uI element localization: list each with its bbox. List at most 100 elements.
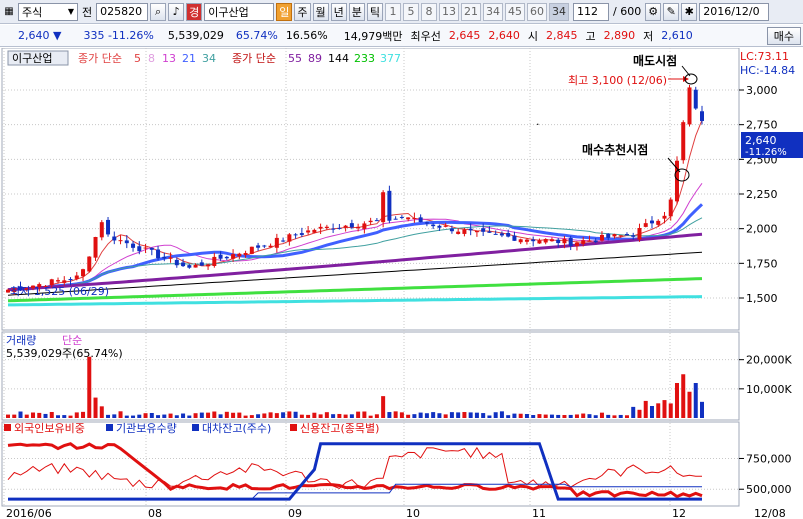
best-ask: 2,645 bbox=[448, 29, 481, 42]
interval-21-button[interactable]: 21 bbox=[461, 2, 481, 21]
period-month-button[interactable]: 월 bbox=[312, 2, 329, 21]
x-tick-label: 12/08 bbox=[754, 507, 786, 519]
volume-bar bbox=[43, 413, 48, 418]
candle-body bbox=[181, 262, 186, 267]
volume-bar bbox=[662, 400, 667, 418]
legend-swatch-lending bbox=[192, 424, 199, 431]
candle-body bbox=[631, 235, 636, 237]
candle-body bbox=[412, 218, 417, 220]
candle-body bbox=[274, 237, 279, 248]
candle-body bbox=[256, 245, 261, 248]
search-icon[interactable]: ⌕ bbox=[150, 2, 167, 21]
period-week-button[interactable]: 주 bbox=[294, 2, 311, 21]
candle-body bbox=[224, 256, 229, 259]
count-value: 112 bbox=[577, 5, 598, 18]
volume-bar bbox=[281, 412, 286, 418]
chart-tools-icon[interactable]: ⚙ bbox=[645, 2, 662, 21]
candle-body bbox=[700, 111, 704, 121]
candle-body bbox=[662, 215, 667, 219]
volume-bar bbox=[199, 412, 204, 418]
price-tick-label: 3,000 bbox=[746, 84, 778, 97]
interval-8-button[interactable]: 8 bbox=[421, 2, 437, 21]
volume-bar bbox=[481, 413, 486, 418]
price-tick-label: 1,750 bbox=[746, 257, 778, 270]
volume-bar bbox=[268, 412, 273, 418]
volume-bar bbox=[293, 411, 298, 418]
interval-60-button[interactable]: 60 bbox=[527, 2, 547, 21]
candle-body bbox=[637, 228, 642, 240]
interval-45-button[interactable]: 45 bbox=[505, 2, 525, 21]
interval-custom-select[interactable]: 34 bbox=[549, 2, 569, 21]
ma1-legend-label: 종가 단순 bbox=[78, 52, 122, 65]
volume-bar bbox=[62, 415, 67, 418]
candle-body bbox=[187, 265, 192, 268]
candle-body bbox=[93, 236, 98, 258]
volume-bar bbox=[218, 414, 223, 418]
speaker-icon[interactable]: ♪ bbox=[168, 2, 185, 21]
candle-body bbox=[162, 256, 167, 259]
legend-swatch-credit bbox=[290, 424, 297, 431]
period-minute-button[interactable]: 분 bbox=[348, 2, 365, 21]
count-input[interactable]: 112 bbox=[573, 2, 609, 21]
hc-label: HC:-14.84 bbox=[740, 64, 795, 77]
candle-body bbox=[612, 234, 617, 237]
buy-button[interactable]: 매수 bbox=[766, 26, 801, 45]
badge-warning: 경 bbox=[186, 2, 203, 21]
candle-body bbox=[199, 262, 204, 266]
volume-bar bbox=[318, 414, 323, 418]
candle-body bbox=[624, 234, 629, 236]
candle-body bbox=[687, 87, 692, 125]
volume-tick-label: 20,000K bbox=[746, 354, 792, 367]
interval-34-button[interactable]: 34 bbox=[483, 2, 503, 21]
current-price-value: 2,640 bbox=[18, 29, 50, 42]
stock-code-input[interactable]: 025820 bbox=[96, 2, 149, 21]
price-panel bbox=[1, 48, 740, 331]
candle-body bbox=[537, 240, 542, 244]
volume-bar bbox=[124, 415, 129, 418]
volume-bar bbox=[212, 411, 217, 418]
settings-icon[interactable]: ✎ bbox=[663, 2, 680, 21]
volume-bar bbox=[687, 391, 692, 418]
candle-body bbox=[168, 257, 173, 259]
candle-body bbox=[524, 239, 529, 242]
volume-bar bbox=[581, 413, 586, 418]
period-tick-button[interactable]: 틱 bbox=[366, 2, 383, 21]
volume-bar bbox=[499, 411, 504, 418]
volume-bar bbox=[312, 412, 317, 418]
interval-13-button[interactable]: 13 bbox=[439, 2, 459, 21]
candle-body bbox=[393, 218, 398, 220]
candle-body bbox=[343, 225, 348, 228]
stock-chart[interactable]: 이구산업 종가 단순 5 8 13 21 34 종가 단순 55 89 144 … bbox=[0, 48, 803, 519]
volume-bar bbox=[468, 412, 473, 418]
date-value: 2016/12/0 bbox=[703, 5, 760, 18]
volume-bar bbox=[12, 414, 17, 418]
stock-name-field[interactable]: 이구산업 bbox=[204, 2, 275, 21]
candle-body bbox=[568, 237, 573, 246]
volume-bar bbox=[6, 414, 10, 418]
candle-body bbox=[643, 223, 648, 227]
interval-1-button[interactable]: 1 bbox=[385, 2, 401, 21]
volume-bar bbox=[168, 413, 173, 418]
period-year-button[interactable]: 년 bbox=[330, 2, 347, 21]
date-field[interactable]: 2016/12/0 bbox=[699, 2, 770, 21]
volume-bar bbox=[68, 415, 73, 418]
candle-body bbox=[381, 192, 386, 223]
grid-icon[interactable]: ▦ bbox=[2, 5, 16, 19]
period-day-button[interactable]: 일 bbox=[276, 2, 293, 21]
candle-body bbox=[231, 254, 236, 259]
volume-bar bbox=[474, 412, 479, 418]
volume-bar bbox=[206, 412, 211, 418]
candle-body bbox=[293, 234, 298, 236]
candle-body bbox=[406, 217, 411, 220]
volume-bar bbox=[18, 411, 23, 418]
volume-bar bbox=[399, 412, 404, 418]
ma2-legend-label: 종가 단순 bbox=[232, 52, 276, 65]
candle-body bbox=[693, 89, 698, 109]
interval-5-button[interactable]: 5 bbox=[403, 2, 419, 21]
volume-bar bbox=[649, 405, 654, 418]
candle-body bbox=[331, 228, 336, 230]
volume-bar bbox=[174, 415, 179, 418]
gear-icon[interactable]: ✱ bbox=[681, 2, 698, 21]
market-type-select[interactable]: 주식 ▼ bbox=[18, 2, 78, 21]
price-tick-label: 2,750 bbox=[746, 119, 778, 132]
